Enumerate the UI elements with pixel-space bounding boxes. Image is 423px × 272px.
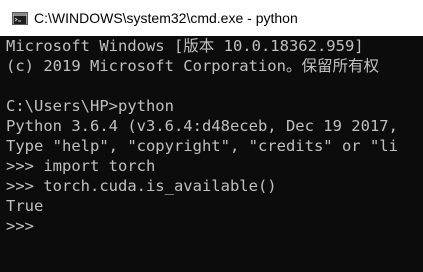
console-line: Type "help", "copyright", "credits" or "… <box>6 137 398 155</box>
console-prompt-line[interactable]: >>> <box>6 216 34 236</box>
console-line: >>> torch.cuda.is_available() <box>6 177 277 195</box>
console-line: Microsoft Windows [版本 10.0.18362.959] <box>6 37 364 55</box>
console-line: C:\Users\HP>python <box>6 97 174 115</box>
console-output-area[interactable]: Microsoft Windows [版本 10.0.18362.959] (c… <box>0 36 423 272</box>
title-bar[interactable]: C:\WINDOWS\system32\cmd.exe - python <box>0 0 423 36</box>
console-app-icon <box>12 11 28 25</box>
console-line: >>> import torch <box>6 157 156 175</box>
console-line: Python 3.6.4 (v3.6.4:d48eceb, Dec 19 201… <box>6 117 398 135</box>
console-line: True <box>6 197 44 215</box>
window-title: C:\WINDOWS\system32\cmd.exe - python <box>34 10 298 26</box>
command-prompt-window: C:\WINDOWS\system32\cmd.exe - python Mic… <box>0 0 423 272</box>
console-line: (c) 2019 Microsoft Corporation。保留所有权 <box>6 57 379 75</box>
